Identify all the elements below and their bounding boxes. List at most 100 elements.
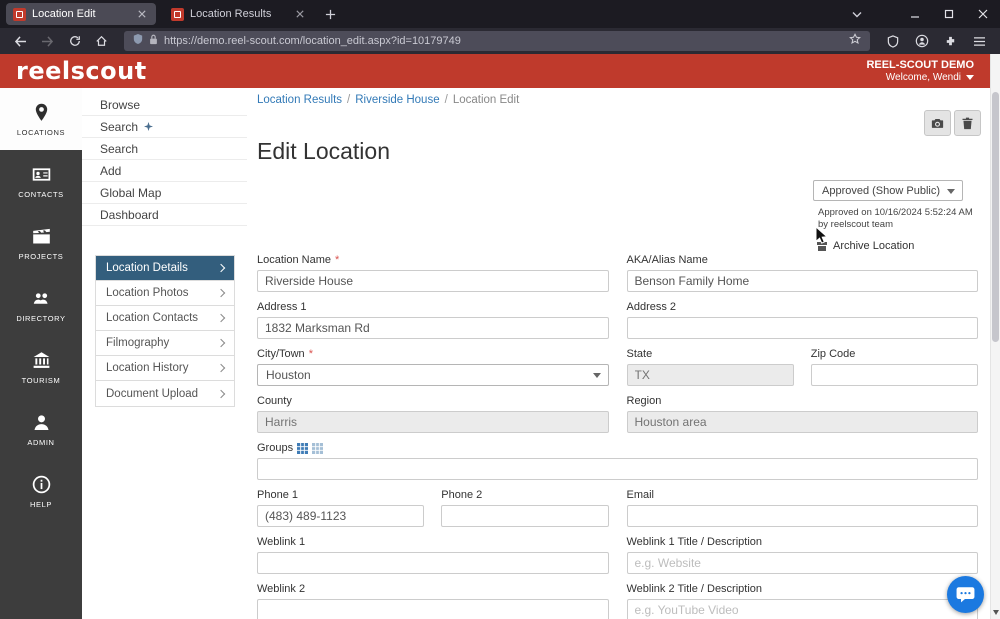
privacy-shield-icon[interactable]	[880, 30, 905, 52]
menu-item-global-map[interactable]: Global Map	[82, 182, 247, 204]
groups-input[interactable]	[257, 458, 978, 480]
back-button[interactable]	[8, 30, 33, 52]
field-label: City/Town	[257, 348, 609, 361]
nav-item-location-photos[interactable]: Location Photos	[96, 281, 234, 306]
new-tab-button[interactable]	[318, 3, 342, 25]
forward-button[interactable]	[35, 30, 60, 52]
photos-button[interactable]	[924, 110, 951, 136]
url-text: https://demo.reel-scout.com/location_edi…	[164, 35, 461, 47]
tab-title: Location Edit	[32, 8, 96, 20]
close-window-button[interactable]	[966, 0, 1000, 28]
minimize-button[interactable]	[898, 0, 932, 28]
tracking-protection-shield-icon[interactable]	[133, 32, 143, 50]
breadcrumb-riverside-house[interactable]: Riverside House	[355, 94, 439, 106]
tab-close-icon[interactable]	[135, 7, 149, 21]
field-label: Region	[626, 395, 662, 407]
nav-item-location-contacts[interactable]: Location Contacts	[96, 306, 234, 331]
field-label: Phone 1	[257, 489, 298, 501]
window-controls	[840, 0, 1000, 28]
tab-close-icon[interactable]	[293, 7, 307, 21]
scrollbar-thumb[interactable]	[992, 92, 999, 342]
weblink2-input[interactable]	[257, 599, 609, 619]
menu-item-dashboard[interactable]: Dashboard	[82, 204, 247, 226]
nav-item-location-history[interactable]: Location History	[96, 356, 234, 381]
workflow-status-select[interactable]: Approved (Show Public)	[813, 180, 963, 201]
camera-icon	[931, 118, 944, 128]
chevron-right-icon	[216, 313, 226, 323]
sidebar-item-help[interactable]: HELP	[0, 460, 82, 522]
breadcrumb-separator: /	[444, 94, 448, 106]
chat-bubble-icon	[956, 587, 975, 603]
navbar-right-icons	[880, 30, 992, 52]
field-label: Zip Code	[810, 348, 856, 360]
groups-grid-alt-icon[interactable]	[312, 443, 324, 454]
sidebar-item-locations[interactable]: LOCATIONS	[0, 88, 82, 150]
zip-input[interactable]	[810, 364, 978, 386]
menu-item-add[interactable]: Add	[82, 160, 247, 182]
sidebar-item-tourism[interactable]: TOURISM	[0, 336, 82, 398]
breadcrumb-location-results[interactable]: Location Results	[257, 94, 342, 106]
field-label: Location Name	[257, 254, 609, 267]
welcome-menu[interactable]: Welcome, Wendi	[866, 72, 974, 84]
record-actions	[924, 110, 981, 136]
sidebar-item-contacts[interactable]: CONTACTS	[0, 150, 82, 212]
address1-input[interactable]	[257, 317, 609, 339]
browser-tab-location-results[interactable]: Location Results	[164, 3, 314, 25]
menu-icon[interactable]	[967, 30, 992, 52]
aka-name-input[interactable]	[626, 270, 978, 292]
sidebar-item-admin[interactable]: ADMIN	[0, 398, 82, 460]
url-bar[interactable]: https://demo.reel-scout.com/location_edi…	[124, 31, 870, 51]
site-favicon	[13, 7, 26, 21]
archive-location[interactable]: Archive Location	[813, 240, 983, 252]
address2-input[interactable]	[626, 317, 978, 339]
primary-sidebar: LOCATIONS CONTACTS PROJECTS DIRECTORY TO…	[0, 88, 82, 619]
field-label: County	[257, 395, 292, 407]
menu-item-browse[interactable]: Browse	[82, 94, 247, 116]
home-button[interactable]	[89, 30, 114, 52]
welcome-text: Welcome, Wendi	[885, 71, 961, 83]
phone1-input[interactable]	[257, 505, 425, 527]
tab-title: Location Results	[190, 8, 272, 20]
chevron-right-icon	[216, 363, 226, 373]
sidebar-item-directory[interactable]: DIRECTORY	[0, 274, 82, 336]
nav-item-location-details[interactable]: Location Details	[96, 256, 234, 281]
breadcrumb-current: Location Edit	[452, 94, 520, 106]
menu-item-search[interactable]: Search	[82, 138, 247, 160]
browser-tab-location-edit[interactable]: Location Edit	[6, 3, 156, 25]
nav-item-document-upload[interactable]: Document Upload	[96, 381, 234, 406]
menu-item-search-advanced[interactable]: Search	[82, 116, 247, 138]
weblink1-input[interactable]	[257, 552, 609, 574]
weblink2-desc-input[interactable]	[626, 599, 978, 619]
sidebar-item-projects[interactable]: PROJECTS	[0, 212, 82, 274]
reload-button[interactable]	[62, 30, 87, 52]
weblink1-desc-input[interactable]	[626, 552, 978, 574]
chat-widget-button[interactable]	[947, 576, 984, 613]
field-label: Email	[626, 489, 655, 501]
delete-button[interactable]	[954, 110, 981, 136]
clapperboard-icon	[32, 228, 50, 243]
browser-tabbar: Location Edit Location Results	[0, 0, 1000, 28]
maximize-button[interactable]	[932, 0, 966, 28]
groups-grid-icon[interactable]	[297, 443, 309, 454]
landmark-icon	[33, 351, 49, 368]
lock-icon[interactable]	[149, 32, 158, 50]
scrollbar-down-arrow[interactable]	[993, 610, 999, 615]
phone2-input[interactable]	[441, 505, 609, 527]
status-block: Approved (Show Public) Approved on 10/16…	[813, 180, 983, 252]
location-name-input[interactable]	[257, 270, 609, 292]
chevron-right-icon	[216, 288, 226, 298]
account-icon[interactable]	[909, 30, 934, 52]
nav-item-filmography[interactable]: Filmography	[96, 331, 234, 356]
site-favicon	[171, 7, 184, 21]
state-input	[626, 364, 794, 386]
field-label: Weblink 1 Title / Description	[626, 536, 763, 548]
page-scrollbar[interactable]	[990, 54, 1000, 619]
email-input[interactable]	[626, 505, 978, 527]
approved-by: by reelscout team	[818, 219, 893, 230]
list-all-tabs-icon[interactable]	[840, 0, 874, 28]
city-select[interactable]: Houston	[257, 364, 609, 386]
bookmark-star-icon[interactable]	[849, 32, 861, 50]
field-label: State	[626, 348, 653, 360]
reelscout-logo[interactable]: reelscout	[16, 57, 147, 85]
extensions-icon[interactable]	[938, 30, 963, 52]
